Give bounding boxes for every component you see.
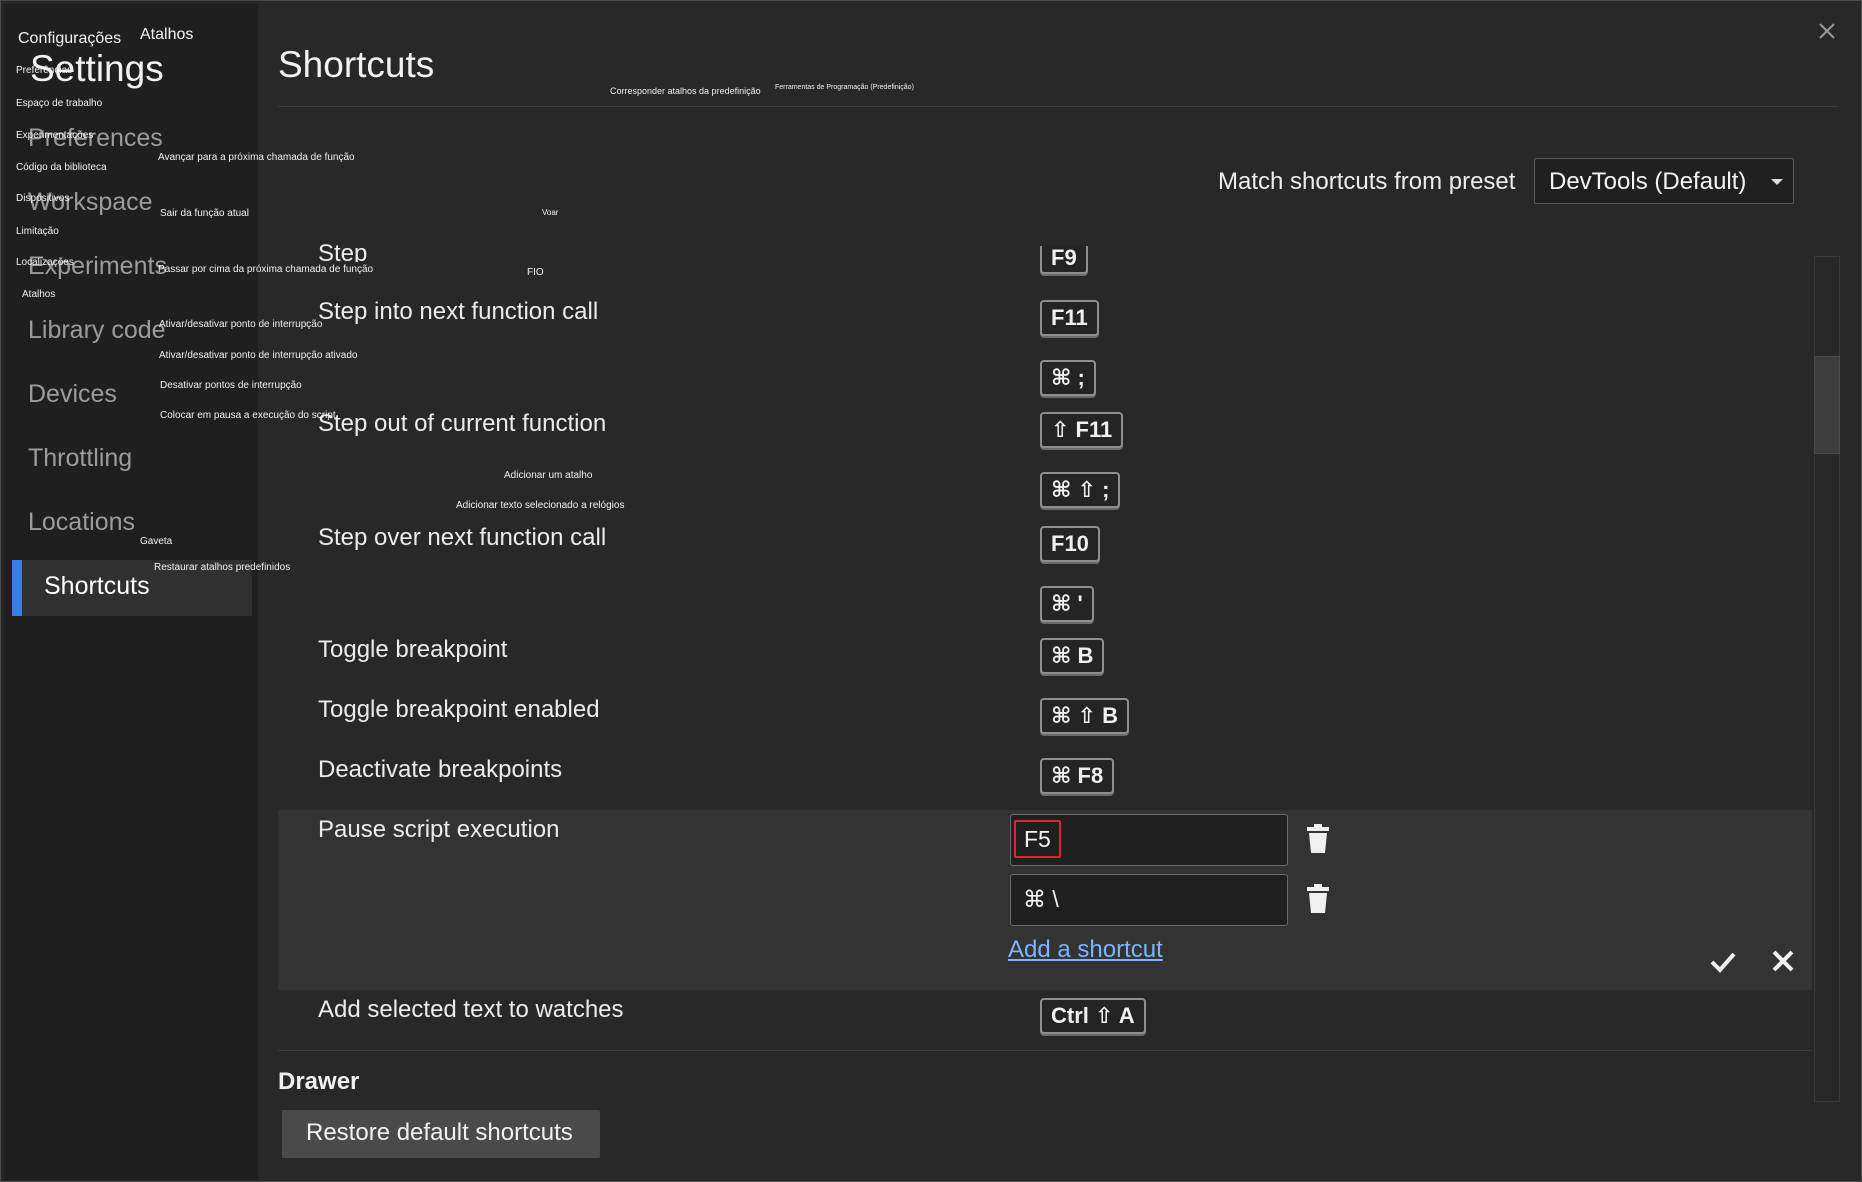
- preset-label: Match shortcuts from preset: [1218, 168, 1516, 195]
- overlay-ativar-ativado: Ativar/desativar ponto de interrupção at…: [159, 350, 358, 361]
- sidebar-item-locations[interactable]: Locations: [28, 508, 135, 537]
- overlay-desativar: Desativar pontos de interrupção: [160, 380, 302, 391]
- overlay-restaurar: Restaurar atalhos predefinidos: [154, 562, 291, 573]
- key-chip[interactable]: Ctrl ⇧ A: [1040, 998, 1146, 1034]
- overlay-adicionar-texto: Adicionar texto selecionado a relógios: [456, 500, 625, 511]
- section-divider: [278, 1050, 1812, 1051]
- section-title-drawer: Drawer: [278, 1068, 360, 1095]
- sidebar-item-throttling[interactable]: Throttling: [28, 444, 132, 473]
- key-chip[interactable]: F10: [1040, 526, 1100, 562]
- shortcut-label-toggle-breakpoint: Toggle breakpoint: [318, 636, 508, 663]
- overlay-configuracoes: Configurações: [18, 30, 122, 47]
- key-chip[interactable]: ⇧ F11: [1040, 412, 1124, 448]
- preset-selected-value: DevTools (Default): [1549, 168, 1747, 195]
- shortcut-label-add-selected-text: Add selected text to watches: [318, 996, 624, 1023]
- shortcut-input-2[interactable]: ⌘ \: [1010, 874, 1288, 926]
- overlay-preferencias: Preferências: [16, 65, 73, 76]
- overlay-experimentacoes: Experimentações: [16, 130, 94, 141]
- shortcut-label-deactivate-breakpoints: Deactivate breakpoints: [318, 756, 563, 783]
- key-chip[interactable]: F11: [1040, 300, 1099, 336]
- overlay-fio: FIO: [527, 267, 544, 278]
- scrollbar-thumb[interactable]: [1814, 356, 1840, 454]
- sidebar-item-label: Shortcuts: [44, 572, 150, 600]
- overlay-avancar: Avançar para a próxima chamada de função: [158, 152, 355, 163]
- overlay-codigo: Código da biblioteca: [16, 162, 107, 173]
- overlay-localizacoes: Localizações: [16, 257, 74, 268]
- sidebar-item-library-code[interactable]: Library code: [28, 316, 166, 345]
- close-icon[interactable]: [1818, 22, 1836, 40]
- overlay-passar: Passar por cima da próxima chamada de fu…: [158, 264, 374, 275]
- overlay-ferramentas: Ferramentas de Programação (Predefinição…: [775, 84, 914, 91]
- shortcut-label-pause-script: Pause script execution: [318, 816, 560, 843]
- overlay-atalhos-sidebar: Atalhos: [22, 289, 56, 300]
- key-chip[interactable]: ⌘ F8: [1040, 758, 1115, 794]
- overlay-sair: Sair da função atual: [160, 208, 249, 219]
- checkmark-icon[interactable]: [1706, 944, 1740, 978]
- preset-select[interactable]: DevTools (Default): [1534, 158, 1794, 204]
- overlay-espaco: Espaço de trabalho: [16, 98, 103, 109]
- trash-icon[interactable]: [1306, 884, 1330, 914]
- restore-default-shortcuts-button[interactable]: Restore default shortcuts: [282, 1110, 600, 1158]
- key-chip[interactable]: ⌘ ⇧ ;: [1040, 472, 1121, 508]
- sidebar-item-devices[interactable]: Devices: [28, 380, 117, 409]
- shortcut-input-value: F5: [1014, 820, 1061, 858]
- overlay-limitacao: Limitação: [16, 226, 59, 237]
- shortcut-input-1[interactable]: F5: [1010, 814, 1288, 866]
- key-chip[interactable]: ⌘ ': [1040, 586, 1094, 622]
- chevron-down-icon: [1771, 179, 1783, 185]
- overlay-ativar: Ativar/desativar ponto de interrupção: [159, 319, 323, 330]
- header-divider: [278, 106, 1838, 107]
- shortcut-label-step-over: Step over next function call: [318, 524, 607, 551]
- shortcut-label-toggle-breakpoint-enabled: Toggle breakpoint enabled: [318, 696, 600, 723]
- shortcut-label-step: Step: [318, 240, 368, 262]
- overlay-adicionar-atalho: Adicionar um atalho: [504, 470, 593, 481]
- overlay-gaveta: Gaveta: [140, 536, 173, 547]
- key-chip[interactable]: ⌘ B: [1040, 638, 1105, 674]
- close-icon[interactable]: [1766, 944, 1800, 978]
- key-chip[interactable]: ⌘ ;: [1040, 360, 1096, 396]
- add-shortcut-link[interactable]: Add a shortcut: [1008, 936, 1163, 964]
- overlay-corresponder: Corresponder atalhos da predefinição: [610, 86, 761, 96]
- shortcut-label-step-out: Step out of current function: [318, 410, 607, 437]
- trash-icon[interactable]: [1306, 824, 1330, 854]
- shortcut-input-value: ⌘ \: [1023, 886, 1059, 912]
- overlay-dispositivos: Dispositivos: [16, 193, 70, 204]
- overlay-colocar: Colocar em pausa a execução do script: [160, 410, 336, 421]
- shortcut-label-step-into: Step into next function call: [318, 298, 599, 325]
- overlay-atalhos-top: Atalhos: [140, 26, 194, 43]
- key-chip[interactable]: ⌘ ⇧ B: [1040, 698, 1129, 734]
- overlay-voar: Voar: [542, 208, 559, 217]
- key-chip[interactable]: F9: [1040, 246, 1088, 274]
- page-title: Shortcuts: [278, 44, 435, 85]
